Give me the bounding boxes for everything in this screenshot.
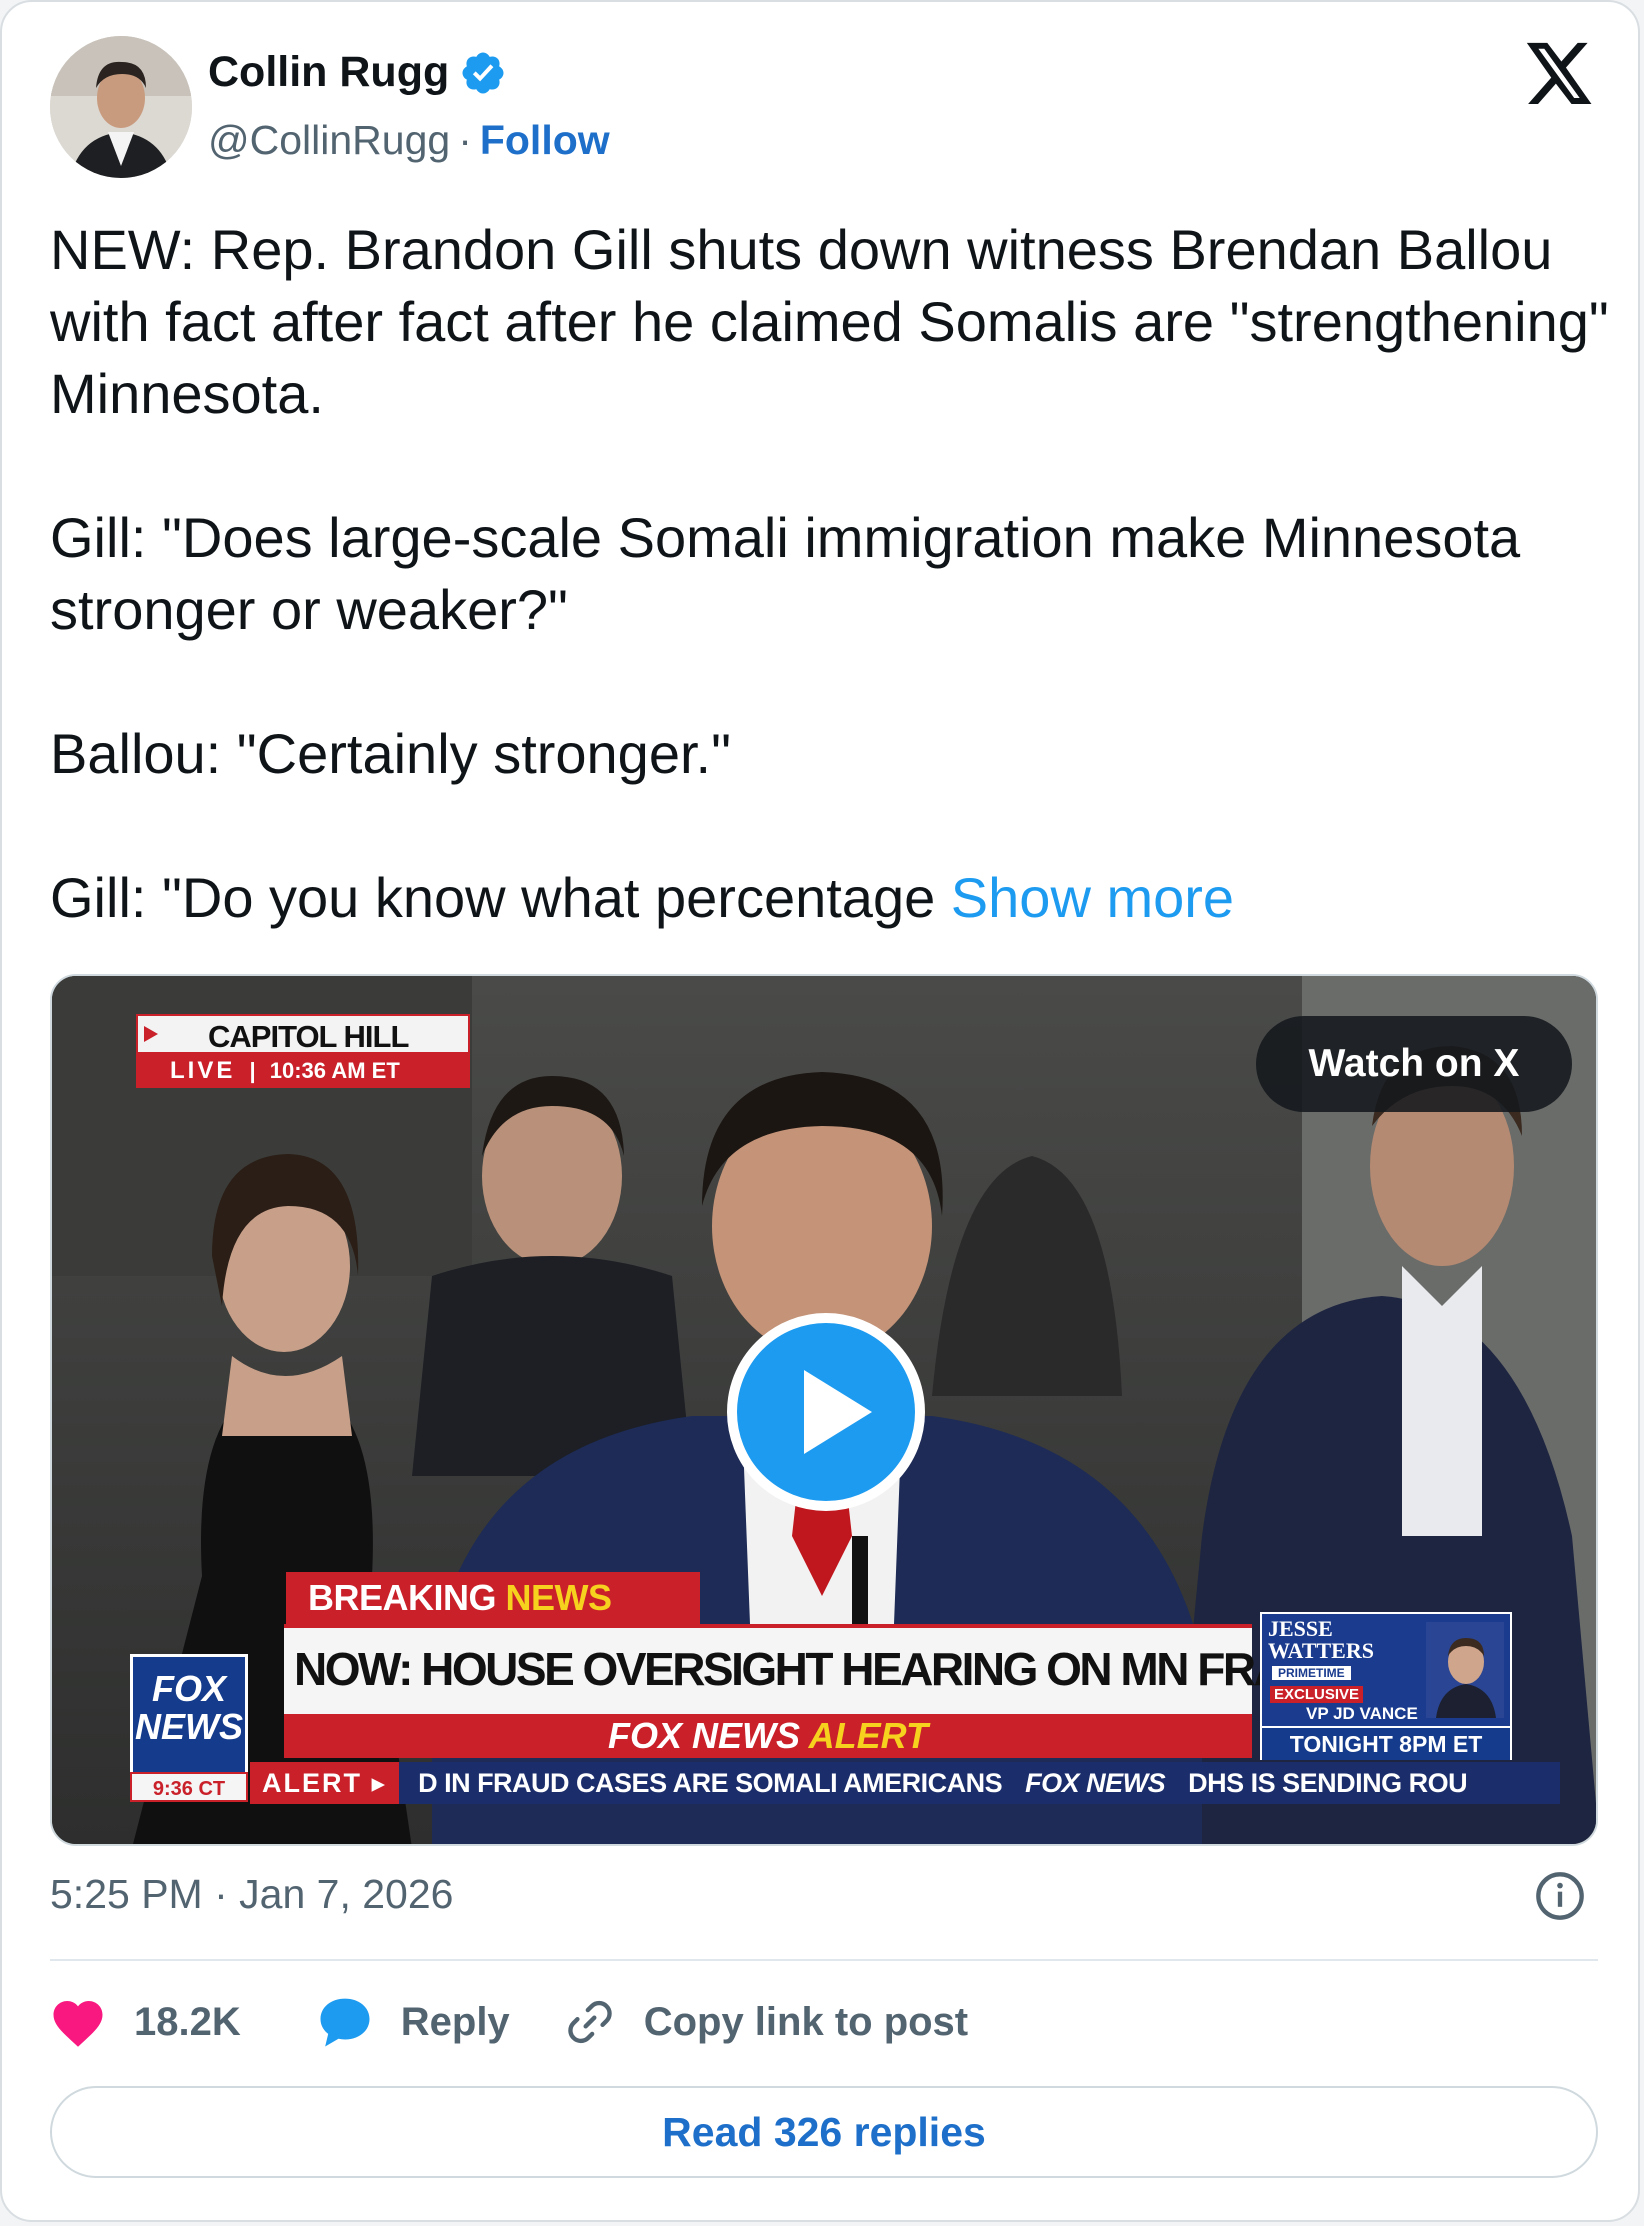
- read-replies-button[interactable]: Read 326 replies: [50, 2086, 1598, 2178]
- chyron-location: CAPITOL HILL: [208, 1019, 409, 1054]
- tweet-paragraph: Gill: "Does large-scale Somali immigrati…: [50, 506, 1521, 641]
- live-location-chyron: CAPITOL HILL LIVE | 10:36 AM ET: [136, 1014, 470, 1088]
- alert-word: ALERT: [808, 1715, 929, 1756]
- divider: [50, 1959, 1598, 1961]
- follow-button[interactable]: Follow: [480, 117, 610, 164]
- ticker-alert: ALERT ▸: [250, 1762, 400, 1804]
- chyron-live-bar: LIVE | 10:36 AM ET: [136, 1054, 470, 1088]
- promo-time: TONIGHT 8PM ET: [1262, 1726, 1510, 1760]
- ticker-text: D IN FRAUD CASES ARE SOMALI AMERICANS: [418, 1768, 1003, 1798]
- author-name-row: Collin Rugg: [208, 48, 507, 97]
- author-handle[interactable]: @CollinRugg: [208, 117, 450, 164]
- fox-news-logo: FOX NEWS: [130, 1654, 248, 1784]
- post-time: 5:25 PM: [50, 1871, 203, 1917]
- promo-name-2: WATTERS: [1268, 1638, 1374, 1663]
- fox-logo-time: 9:36 CT: [130, 1772, 248, 1802]
- tweet-text: NEW: Rep. Brandon Gill shuts down witnes…: [50, 214, 1610, 934]
- reply-bubble-icon: [320, 1998, 370, 2047]
- promo-box: JESSE WATTERS PRIMETIME EXCLUSIVE VP JD …: [1260, 1612, 1512, 1760]
- verified-badge-icon: [462, 52, 504, 93]
- post-date: Jan 7, 2026: [239, 1871, 454, 1917]
- fox-logo-line1: FOX: [151, 1668, 226, 1709]
- tweet-paragraph: Ballou: "Certainly stronger.": [50, 722, 731, 785]
- news-ticker: ALERT ▸ D IN FRAUD CASES ARE SOMALI AMER…: [250, 1762, 1560, 1804]
- author-name[interactable]: Collin Rugg: [208, 48, 449, 97]
- action-bar: 18.2K Reply Copy link to post: [50, 1990, 968, 2054]
- promo-guest: VP JD VANCE: [1306, 1704, 1418, 1723]
- tweet-paragraph: Gill: "Do you know what percentage: [50, 866, 936, 929]
- info-icon[interactable]: [1534, 1870, 1586, 1922]
- video-player[interactable]: CAPITOL HILL LIVE | 10:36 AM ET Watch on…: [50, 974, 1598, 1846]
- copy-link-button[interactable]: Copy link to post: [564, 1996, 968, 2048]
- separator: ·: [214, 1871, 228, 1917]
- breaking-label: BREAKING: [308, 1577, 497, 1618]
- ticker-text-2: DHS IS SENDING ROU: [1188, 1768, 1468, 1798]
- promo-name: JESSE WATTERS: [1268, 1618, 1374, 1662]
- like-button[interactable]: 18.2K: [50, 1996, 241, 2048]
- post-timestamp[interactable]: 5:25 PM · Jan 7, 2026: [50, 1871, 453, 1918]
- promo-exclusive: EXCLUSIVE: [1270, 1686, 1364, 1703]
- avatar[interactable]: [50, 36, 192, 178]
- headline-box: NOW: HOUSE OVERSIGHT HEARING ON MN FRAUD…: [284, 1624, 1510, 1726]
- link-icon: [567, 2000, 612, 2044]
- ticker-brand: FOX NEWS: [1025, 1768, 1166, 1798]
- breaking-news-tab: BREAKING NEWS: [286, 1572, 700, 1624]
- promo-primetime: PRIMETIME: [1272, 1666, 1351, 1680]
- show-more-link[interactable]: Show more: [951, 866, 1234, 929]
- copy-link-label: Copy link to post: [643, 1999, 969, 2044]
- news-label: NEWS: [505, 1577, 613, 1618]
- tweet-paragraph-last: Gill: "Do you know what percentage Show …: [50, 862, 1610, 934]
- chyron-live-time: 10:36 AM ET: [269, 1058, 400, 1083]
- avatar-image: [50, 36, 192, 178]
- heart-icon: [53, 2001, 103, 2047]
- separator: ·: [458, 117, 472, 163]
- fox-news-alert-bar: FOX NEWS ALERT: [284, 1714, 1252, 1758]
- alert-brand: FOX NEWS: [607, 1715, 800, 1756]
- chyron-live: LIVE: [170, 1057, 236, 1084]
- watch-on-x-button[interactable]: Watch on X: [1256, 1016, 1572, 1112]
- promo-portrait: [1426, 1622, 1504, 1718]
- x-logo-icon[interactable]: [1526, 42, 1594, 106]
- like-count: 18.2K: [134, 1999, 241, 2044]
- fox-logo-line2: NEWS: [135, 1706, 243, 1747]
- play-icon[interactable]: [726, 1312, 926, 1512]
- reply-label: Reply: [400, 1999, 510, 2044]
- chyron-location-bar: CAPITOL HILL: [136, 1014, 470, 1054]
- tweet-card: Collin Rugg @CollinRugg · Follow NEW: Re…: [0, 0, 1640, 2222]
- tweet-paragraph: NEW: Rep. Brandon Gill shuts down witnes…: [50, 218, 1609, 425]
- reply-button[interactable]: Reply: [317, 1995, 510, 2049]
- author-handle-row: @CollinRugg · Follow: [208, 117, 610, 164]
